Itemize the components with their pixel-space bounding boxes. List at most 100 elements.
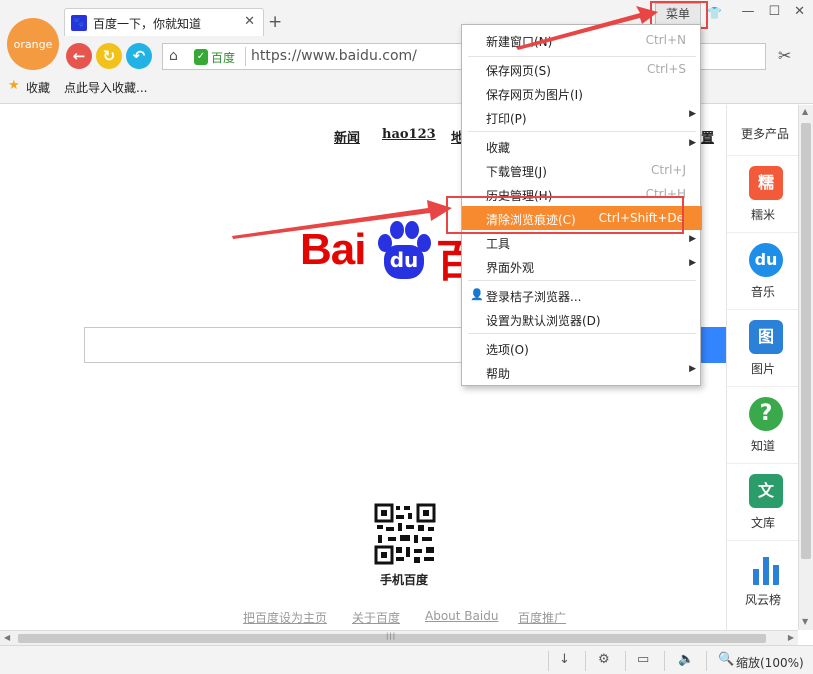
submenu-arrow-icon: ▶ (689, 364, 696, 374)
wenku-icon: 文 (749, 474, 783, 508)
rail-item-label: 风云榜 (744, 593, 781, 607)
baidu-logo-du: du (384, 245, 424, 279)
menu-item-label: 工具 (486, 237, 511, 251)
menu-separator (468, 333, 696, 334)
star-icon: ★ (8, 78, 20, 93)
rail-item-image[interactable]: 图 图片 (727, 309, 799, 385)
menu-separator (468, 280, 696, 281)
close-window-icon[interactable]: ✕ (794, 4, 805, 19)
scroll-down-icon[interactable]: ▼ (802, 617, 808, 626)
address-divider (245, 47, 246, 66)
submenu-arrow-icon: ▶ (689, 234, 696, 244)
browser-window: orange 🐾 百度一下，你就知道 ✕ + 菜单 👕 — ☐ ✕ ← ↻ ↶ … (0, 0, 813, 674)
minimize-icon[interactable]: — (741, 4, 754, 19)
scissors-icon[interactable]: ✂ (778, 46, 791, 65)
menu-item-label: 保存网页(S) (486, 64, 551, 78)
scroll-up-icon[interactable]: ▲ (802, 107, 808, 116)
rail-item-label: 知道 (750, 439, 775, 453)
menu-item-favorites[interactable]: 收藏 ▶ (462, 134, 702, 158)
top-link-news[interactable]: 新闻 (334, 127, 360, 146)
rail-item-nuomi[interactable]: 糯 糯米 (727, 155, 799, 231)
menu-item-label: 打印(P) (486, 112, 527, 126)
vertical-scrollbar[interactable]: ▲ ▼ (798, 105, 813, 630)
music-icon: du (749, 243, 783, 277)
footer-link-about-en[interactable]: About Baidu (425, 609, 498, 623)
bookmark-favorites[interactable]: 收藏 (26, 79, 50, 96)
site-badge: 百度 (211, 51, 236, 65)
image-icon: 图 (749, 320, 783, 354)
menu-item-label: 保存网页为图片(I) (486, 88, 583, 102)
menu-item-shortcut: Ctrl+J (651, 163, 686, 177)
menu-item-set-default[interactable]: 设置为默认浏览器(D) (462, 307, 702, 331)
status-divider (548, 651, 549, 671)
footer-link-promo[interactable]: 百度推广 (518, 609, 566, 626)
gear-icon[interactable]: ⚙ (598, 652, 610, 667)
search-input[interactable] (84, 327, 464, 363)
url-text[interactable]: https://www.baidu.com/ (251, 48, 417, 64)
orange-logo[interactable]: orange (7, 18, 59, 70)
menu-item-label: 新建窗口(N) (486, 35, 553, 49)
vertical-scroll-thumb[interactable] (801, 123, 811, 559)
monitor-icon[interactable]: ▭ (637, 652, 649, 667)
baidu-paw-icon: 🐾 (71, 15, 87, 31)
new-tab-icon[interactable]: + (268, 12, 282, 32)
menu-item-label: 收藏 (486, 141, 511, 155)
menu-item-label: 选项(O) (486, 343, 529, 357)
menu-item-new-window[interactable]: 新建窗口(N) Ctrl+N (462, 28, 702, 52)
menu-item-print[interactable]: 打印(P) ▶ (462, 105, 702, 129)
horizontal-scrollbar[interactable]: ◀ ||| ▶ (0, 630, 798, 645)
menu-item-appearance[interactable]: 界面外观 ▶ (462, 254, 702, 278)
home-icon[interactable]: ⌂ (169, 48, 178, 64)
footer-link-about[interactable]: 关于百度 (352, 609, 400, 626)
menu-item-downloads[interactable]: 下载管理(J) Ctrl+J (462, 158, 702, 182)
menu-item-save-as-image[interactable]: 保存网页为图片(I) (462, 81, 702, 105)
top-link-settings[interactable]: 置 (701, 127, 714, 146)
menu-item-options[interactable]: 选项(O) (462, 336, 702, 360)
status-divider (585, 651, 586, 671)
zoom-level[interactable]: 缩放(100%) (736, 654, 804, 671)
rail-title: 更多产品 (741, 127, 790, 141)
menu-item-login[interactable]: 👤 登录桔子浏览器... (462, 283, 702, 307)
menu-item-help[interactable]: 帮助 ▶ (462, 360, 702, 384)
back-button[interactable]: ← (66, 43, 92, 69)
top-link-hao123[interactable]: hao123 (382, 127, 436, 142)
submenu-arrow-icon: ▶ (689, 109, 696, 119)
rail-item-zhidao[interactable]: ? 知道 (727, 386, 799, 462)
clear-history-highlight (446, 196, 684, 234)
menu-item-label: 登录桔子浏览器... (486, 290, 582, 304)
rail-item-label: 糯米 (750, 208, 775, 222)
undo-close-button[interactable]: ↶ (126, 43, 152, 69)
tab-baidu[interactable]: 🐾 百度一下，你就知道 ✕ (64, 8, 264, 36)
user-icon: 👤 (470, 288, 484, 301)
status-divider (706, 651, 707, 671)
rail-item-label: 音乐 (750, 285, 775, 299)
rail-item-music[interactable]: du 音乐 (727, 232, 799, 308)
qr-code-icon[interactable] (374, 503, 436, 565)
scroll-left-icon[interactable]: ◀ (4, 633, 10, 642)
submenu-arrow-icon: ▶ (689, 138, 696, 148)
zoom-icon[interactable]: 🔍 (718, 652, 734, 667)
scroll-right-icon[interactable]: ▶ (788, 633, 794, 642)
download-icon[interactable]: ↓ (559, 652, 570, 667)
menu-item-label: 界面外观 (486, 261, 535, 275)
shield-check-icon: ✓ (194, 49, 208, 65)
status-divider (664, 651, 665, 671)
close-tab-icon[interactable]: ✕ (244, 14, 255, 29)
menu-item-label: 帮助 (486, 367, 511, 381)
bookmark-import[interactable]: 点此导入收藏... (64, 79, 147, 96)
footer-link-sethome[interactable]: 把百度设为主页 (243, 609, 327, 626)
scroll-grip-icon: ||| (386, 632, 397, 640)
window-controls: — ☐ ✕ (699, 4, 805, 19)
nuomi-icon: 糯 (749, 166, 783, 200)
speaker-icon[interactable]: 🔈 (678, 652, 694, 667)
refresh-button[interactable]: ↻ (96, 43, 122, 69)
menu-item-save-page[interactable]: 保存网页(S) Ctrl+S (462, 57, 702, 81)
menu-separator (468, 131, 696, 132)
product-sidebar: 更多产品 糯 糯米 du 音乐 图 图片 ? 知道 文 文库 风云榜 (726, 105, 799, 630)
submenu-arrow-icon: ▶ (689, 258, 696, 268)
search-button[interactable] (700, 327, 726, 363)
menu-item-shortcut: Ctrl+N (645, 33, 686, 47)
rail-item-chart[interactable]: 风云榜 (727, 540, 799, 616)
rail-item-wenku[interactable]: 文 文库 (727, 463, 799, 539)
maximize-icon[interactable]: ☐ (768, 4, 780, 19)
